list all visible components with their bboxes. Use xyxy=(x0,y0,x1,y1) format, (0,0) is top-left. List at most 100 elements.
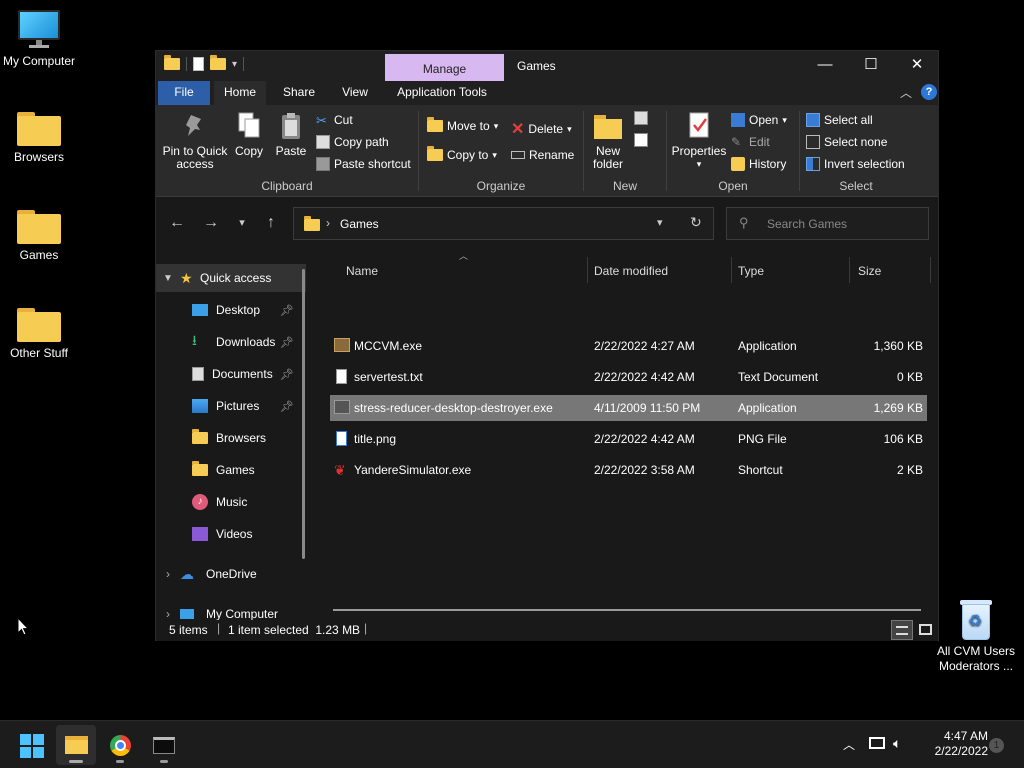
select-none-button[interactable]: Select none xyxy=(806,135,887,149)
copy-to-button[interactable]: Copy to ▾ xyxy=(427,146,497,162)
delete-button[interactable]: ✕ Delete ▾ xyxy=(511,119,572,139)
column-header-size[interactable]: Size xyxy=(858,257,928,285)
address-dropdown-chevron-icon[interactable]: ▾ xyxy=(657,216,663,229)
pin-icon[interactable]: 📌︎ xyxy=(280,368,294,381)
cloud-icon: ☁ xyxy=(180,565,194,582)
sidebar-item-videos[interactable]: Videos xyxy=(156,520,306,548)
easy-access-button[interactable] xyxy=(634,133,648,150)
taskbar-terminal[interactable] xyxy=(144,725,184,765)
select-all-button[interactable]: Select all xyxy=(806,113,873,127)
sidebar-item-documents[interactable]: Documents 📌︎ xyxy=(156,360,306,388)
new-folder-icon[interactable] xyxy=(210,55,226,70)
recycle-bin-icon: ♻ xyxy=(958,598,994,640)
taskbar-file-explorer[interactable] xyxy=(56,725,96,765)
invert-selection-button[interactable]: Invert selection xyxy=(806,157,905,171)
file-row-servertest[interactable]: servertest.txt 2/22/2022 4:42 AM Text Do… xyxy=(330,364,927,390)
tab-share[interactable]: Share xyxy=(276,81,322,105)
desktop-icon-games[interactable]: Games xyxy=(0,210,78,263)
start-button[interactable] xyxy=(12,725,52,765)
volume-icon[interactable]: 🔈︎ xyxy=(893,735,901,752)
file-row-mccvm[interactable]: MCCVM.exe 2/22/2022 4:27 AM Application … xyxy=(330,333,927,359)
column-header-name[interactable]: Name xyxy=(346,257,586,285)
horizontal-scrollbar[interactable] xyxy=(333,609,921,611)
open-button[interactable]: Open ▾ xyxy=(731,113,787,127)
pin-to-quick-access-button[interactable]: Pin to Quick access xyxy=(162,111,228,171)
desktop-icon-label: All CVM Users Moderators ... xyxy=(936,644,1015,673)
close-button[interactable]: ✕ xyxy=(894,51,940,81)
pin-icon[interactable]: 📌︎ xyxy=(280,336,294,349)
file-row-title-png[interactable]: title.png 2/22/2022 4:42 AM PNG File 106… xyxy=(330,426,927,452)
sidebar-item-pictures[interactable]: Pictures 📌︎ xyxy=(156,392,306,420)
tab-home[interactable]: Home xyxy=(214,81,266,105)
title-bar[interactable]: ▾ Manage Games — ☐ ✕ xyxy=(156,51,938,81)
tab-application-tools[interactable]: Application Tools xyxy=(392,81,492,105)
navigation-scrollbar[interactable] xyxy=(302,269,305,559)
column-divider[interactable] xyxy=(731,257,732,283)
desktop-icon-my-computer[interactable]: My Computer xyxy=(0,10,78,69)
help-icon[interactable]: ? xyxy=(921,84,937,100)
file-type: PNG File xyxy=(738,432,787,446)
rename-button[interactable]: Rename xyxy=(511,148,574,162)
column-divider[interactable] xyxy=(587,257,588,283)
pin-icon[interactable]: 📌︎ xyxy=(280,304,294,317)
collapse-ribbon-icon[interactable]: ︿ xyxy=(900,84,912,101)
column-divider[interactable] xyxy=(849,257,850,283)
sidebar-item-desktop[interactable]: Desktop 📌︎ xyxy=(156,296,306,324)
back-arrow-icon[interactable]: ← xyxy=(166,214,188,232)
breadcrumb[interactable]: Games xyxy=(340,217,379,231)
maximize-button[interactable]: ☐ xyxy=(848,51,894,81)
column-divider[interactable] xyxy=(930,257,931,283)
search-placeholder: Search Games xyxy=(767,217,848,231)
file-row-stress-reducer[interactable]: stress-reducer-desktop-destroyer.exe 4/1… xyxy=(330,395,927,421)
forward-arrow-icon[interactable]: → xyxy=(200,214,222,232)
sidebar-item-browsers[interactable]: Browsers xyxy=(156,424,306,452)
chevron-down-icon[interactable]: ▾ xyxy=(232,59,237,70)
tab-view[interactable]: View xyxy=(332,81,378,105)
paste-button[interactable]: Paste xyxy=(272,111,310,158)
search-input[interactable]: ⚲ Search Games xyxy=(726,207,929,240)
tab-manage[interactable]: Manage xyxy=(385,54,504,81)
paste-shortcut-button[interactable]: Paste shortcut xyxy=(316,157,411,171)
sidebar-item-downloads[interactable]: ⭳ Downloads 📌︎ xyxy=(156,328,306,356)
copy-button[interactable]: Copy xyxy=(230,111,268,158)
large-icons-view-button[interactable] xyxy=(916,620,936,640)
sidebar-item-music[interactable]: ♪ Music xyxy=(156,488,306,516)
clock[interactable]: 4:47 AM 2/22/2022 xyxy=(920,729,988,759)
desktop-icon-other-stuff[interactable]: Other Stuff xyxy=(0,308,78,361)
move-to-button[interactable]: Move to ▾ xyxy=(427,117,499,133)
refresh-icon[interactable]: ↻ xyxy=(690,214,702,231)
desktop-icon-label: Browsers xyxy=(13,150,64,164)
sidebar-item-quick-access[interactable]: ▼ ★ Quick access xyxy=(156,264,306,292)
pin-icon[interactable]: 📌︎ xyxy=(280,400,294,413)
network-icon[interactable] xyxy=(869,735,885,749)
tab-file[interactable]: File xyxy=(158,81,210,105)
properties-button[interactable]: Properties ▾ xyxy=(669,111,729,171)
desktop-icon-recycle-bin[interactable]: ♻ All CVM Users Moderators ... xyxy=(936,598,1016,674)
image-file-icon xyxy=(336,431,347,446)
column-header-type[interactable]: Type xyxy=(738,257,848,285)
chevron-down-icon[interactable]: ▼ xyxy=(156,273,180,284)
cut-button[interactable]: ✂ Cut xyxy=(316,113,353,128)
chevron-down-icon: ▾ xyxy=(493,120,499,131)
desktop-icon-browsers[interactable]: Browsers xyxy=(0,112,78,165)
file-row-yandere-simulator[interactable]: ❦ YandereSimulator.exe 2/22/2022 3:58 AM… xyxy=(330,457,927,483)
sidebar-item-onedrive[interactable]: › ☁ OneDrive xyxy=(156,560,306,588)
sidebar-item-games[interactable]: Games xyxy=(156,456,306,484)
chevron-right-icon[interactable]: › xyxy=(156,607,180,621)
minimize-button[interactable]: — xyxy=(802,51,848,81)
show-hidden-icons-chevron-icon[interactable]: ︿ xyxy=(843,736,855,753)
new-item-button[interactable] xyxy=(634,111,648,128)
details-view-button[interactable] xyxy=(891,620,913,640)
history-button[interactable]: History xyxy=(731,157,786,171)
up-arrow-icon[interactable]: ↑ xyxy=(260,214,282,232)
new-folder-button[interactable]: New folder xyxy=(588,111,628,171)
address-bar[interactable]: › Games ▾ ↻ xyxy=(293,207,714,240)
notification-badge[interactable]: 1 xyxy=(989,738,1004,753)
properties-icon[interactable] xyxy=(193,57,204,71)
recent-locations-chevron-icon[interactable]: ▾ xyxy=(231,216,253,229)
copy-path-button[interactable]: Copy path xyxy=(316,135,389,149)
taskbar-chrome[interactable] xyxy=(100,725,140,765)
column-header-date[interactable]: Date modified xyxy=(594,257,730,285)
edit-button[interactable]: ✎ Edit xyxy=(731,135,770,149)
chevron-right-icon[interactable]: › xyxy=(156,567,180,581)
